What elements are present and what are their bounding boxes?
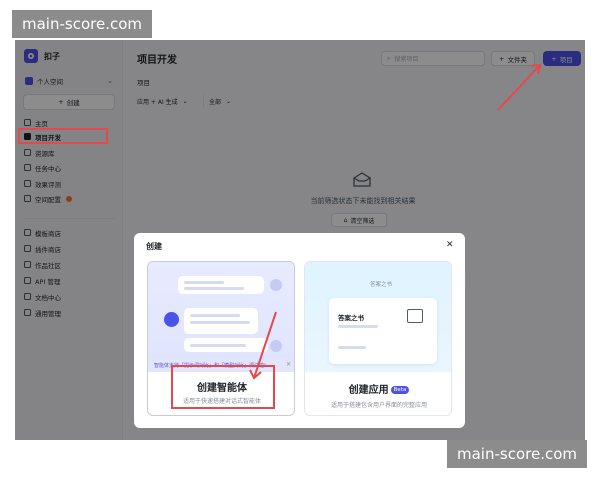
app-window: 扣子 个人空间 ⌄ + 创建 主页 项目开发 资源库 任务中心 效果评测 空间配… <box>15 40 585 440</box>
close-icon[interactable]: ✕ <box>286 361 291 368</box>
chat-line <box>190 321 250 324</box>
chat-bubble <box>184 308 258 334</box>
card-subtitle: 适用于快速搭建对话式智能体 <box>182 398 261 405</box>
preview-app-title: 答案之书 <box>338 314 364 322</box>
create-agent-card[interactable]: 智能体支持「提示词对比」和「模型对比」调试啦! ✕ 创建智能体 适用于快速搭建对… <box>147 261 295 416</box>
card-title: 创建智能体 <box>197 383 247 394</box>
user-avatar <box>270 279 282 291</box>
chat-line <box>184 287 244 290</box>
preview-line <box>338 346 366 349</box>
preview-heading: 答案之书 <box>370 282 393 288</box>
watermark-top: main-score.com <box>12 10 152 38</box>
close-icon[interactable]: ✕ <box>446 240 454 250</box>
create-app-card[interactable]: 答案之书 答案之书 创建应用 Beta 适用于搭建包含用户界面的完整应用 <box>304 261 452 416</box>
agent-preview: 智能体支持「提示词对比」和「模型对比」调试啦! ✕ <box>148 262 294 372</box>
hint-text: 智能体支持「提示词对比」和「模型对比」调试啦! <box>154 362 267 369</box>
chat-line <box>184 281 224 284</box>
card-subtitle: 适用于搭建包含用户界面的完整应用 <box>330 402 427 409</box>
modal-title: 创建 <box>146 242 162 251</box>
bot-avatar <box>164 312 179 327</box>
hint-bar: 智能体支持「提示词对比」和「模型对比」调试啦! ✕ <box>148 359 294 371</box>
create-modal: 创建 ✕ 智能体支持「提示词对比」和「模型对比」调试啦! ✕ 创建智能体 适用于… <box>134 233 465 428</box>
card-title: 创建应用 Beta <box>305 381 451 396</box>
preview-app-card: 答案之书 <box>329 298 437 364</box>
book-icon <box>407 309 423 323</box>
chat-bubble <box>184 338 268 352</box>
card-title-text: 创建应用 <box>348 385 389 396</box>
chat-bubble <box>178 276 264 294</box>
user-avatar <box>270 340 282 352</box>
chat-line <box>190 344 246 347</box>
app-preview: 答案之书 答案之书 <box>305 262 451 372</box>
beta-badge: Beta <box>390 386 410 394</box>
preview-line <box>338 325 378 328</box>
chat-line <box>190 314 240 317</box>
watermark-bottom: main-score.com <box>447 440 587 468</box>
